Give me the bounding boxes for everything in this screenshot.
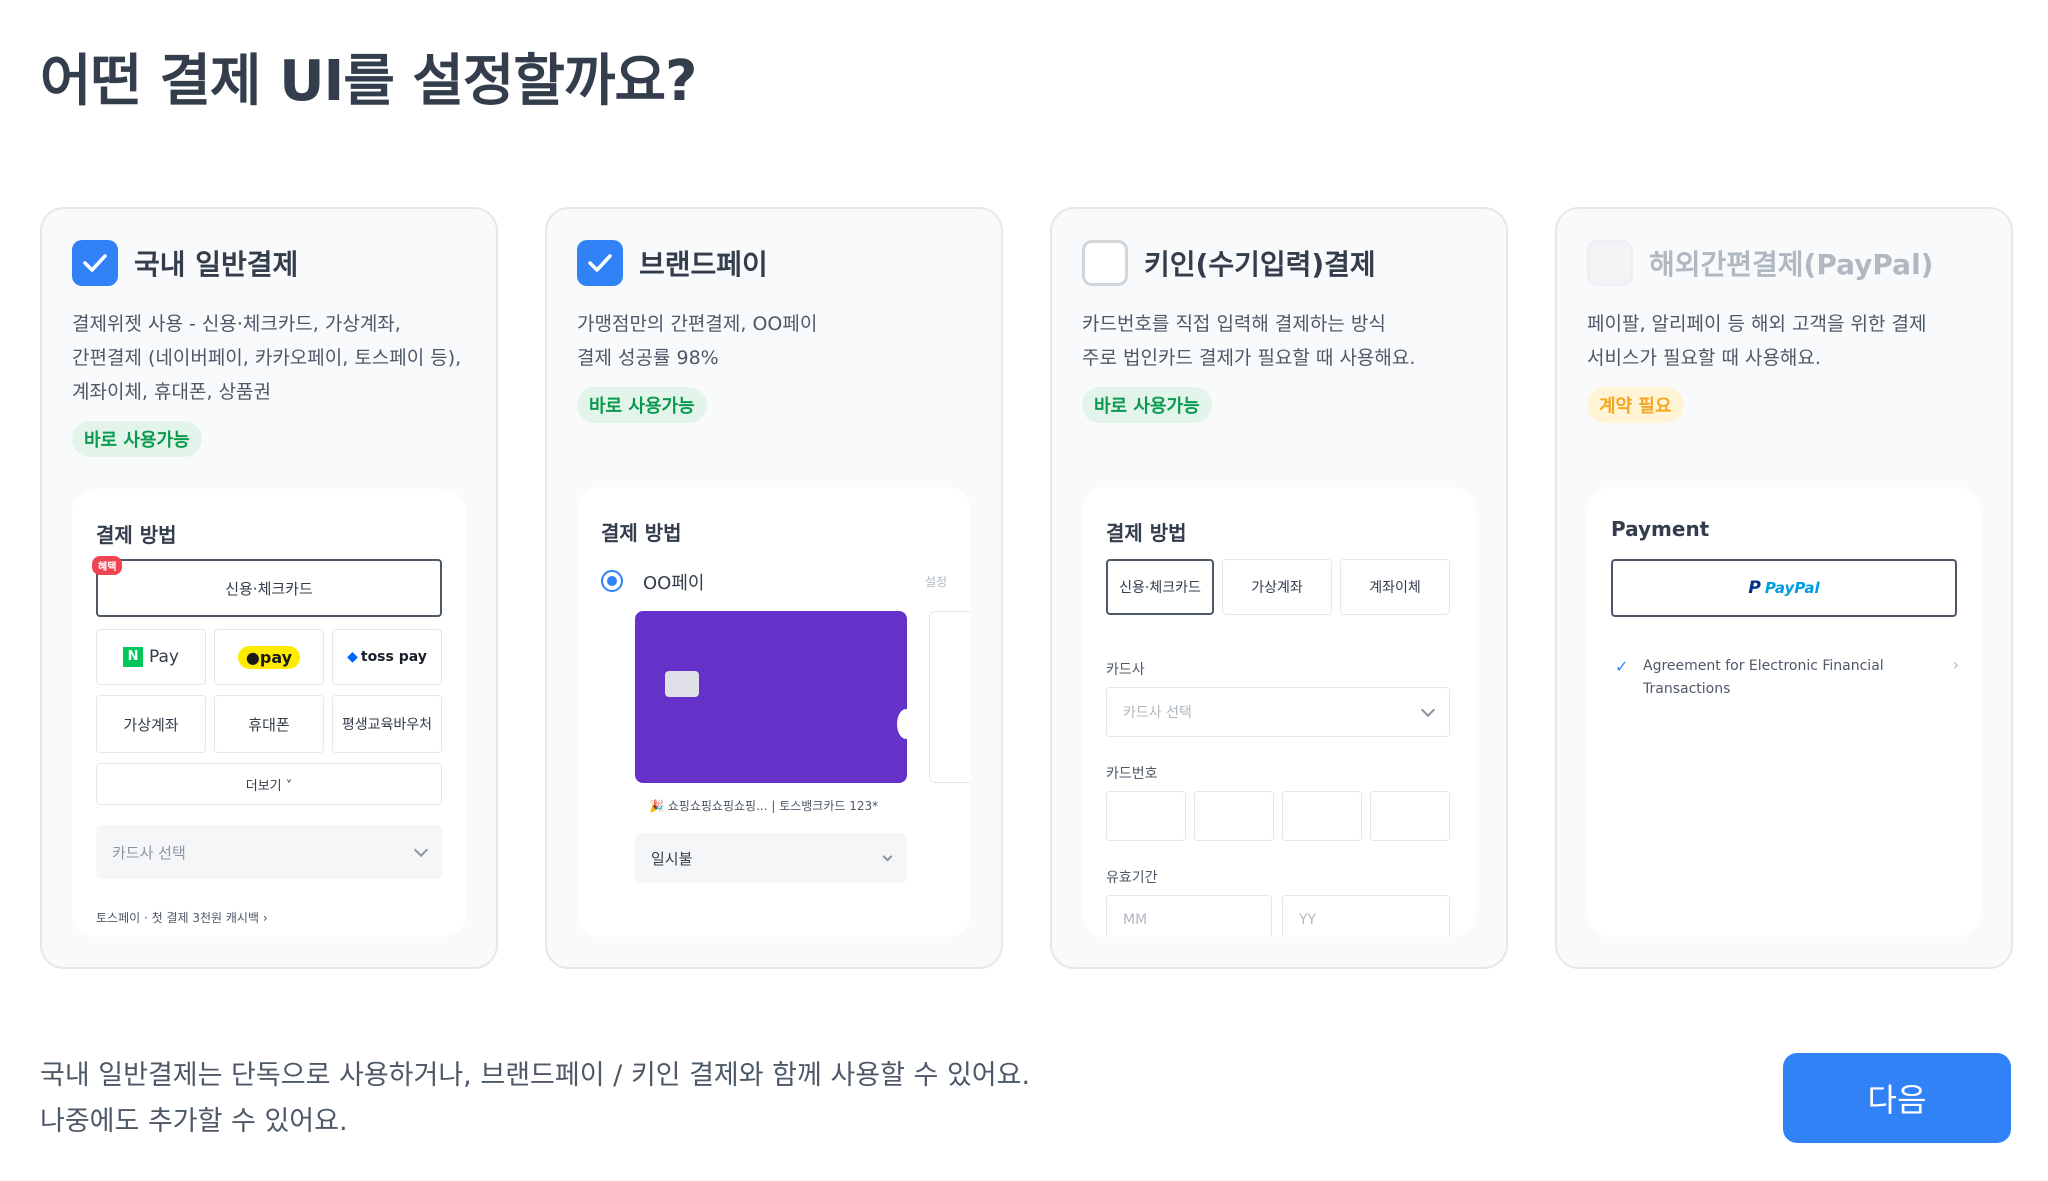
option-virtual-account: 가상계좌	[96, 695, 206, 753]
checkbox-keyin[interactable]	[1082, 240, 1128, 286]
method-label: OO페이	[643, 573, 705, 594]
chevron-down-icon	[1420, 702, 1436, 718]
check-icon	[588, 254, 612, 272]
check-icon	[83, 254, 107, 272]
card-title: 국내 일반결제	[134, 248, 299, 281]
issuer-select: 카드사 선택	[1106, 687, 1450, 737]
widget-preview: 결제 방법 OO페이 설정 🎉 쇼핑쇼핑쇼핑쇼핑... | 토스뱅크카드 123…	[577, 487, 971, 937]
kakao-pay-option: ●pay	[214, 629, 324, 685]
settings-link: 설정	[924, 575, 947, 589]
status-badge: 바로 사용가능	[72, 421, 202, 457]
naver-pay-option: N Pay	[96, 629, 206, 685]
widget-preview: 결제 방법 신용·체크카드 혜택 N Pay ●pay ◆ toss pay 가…	[72, 489, 466, 937]
next-button[interactable]: 다음	[1783, 1053, 2011, 1143]
preview-title: 결제 방법	[1106, 521, 1187, 545]
widget-preview: 결제 방법 신용·체크카드 가상계좌 계좌이체 카드사 카드사 선택 카드번호 …	[1082, 487, 1476, 937]
page-title: 어떤 결제 UI를 설정할까요?	[40, 49, 697, 114]
card-chip-icon	[665, 671, 699, 697]
status-badge: 계약 필요	[1587, 387, 1684, 423]
option-card-keyin[interactable]: 키인(수기입력)결제 카드번호를 직접 입력해 결제하는 방식 주로 법인카드 …	[1050, 207, 1508, 969]
chevron-down-icon	[413, 842, 429, 858]
check-icon: ✓	[1615, 657, 1629, 676]
brand-card-image	[635, 611, 915, 783]
checkbox-brandpay[interactable]	[577, 240, 623, 286]
naver-logo-icon: N	[123, 647, 144, 667]
card-description: 결제위젯 사용 - 신용·체크카드, 가상계좌, 간편결제 (네이버페이, 카카…	[72, 313, 462, 403]
status-badge: 바로 사용가능	[1082, 387, 1212, 423]
chevron-down-icon	[882, 851, 893, 862]
tab-bank-transfer: 계좌이체	[1340, 559, 1450, 615]
toss-logo-icon: ◆	[347, 649, 358, 665]
card-description: 페이팔, 알리페이 등 해외 고객을 위한 결제 서비스가 필요할 때 사용해요…	[1587, 313, 1927, 369]
expiry-label: 유효기간	[1106, 870, 1158, 886]
kakao-bubble-icon: ●	[245, 647, 260, 667]
option-card-brandpay[interactable]: 브랜드페이 가맹점만의 간편결제, OO페이 결제 성공률 98% 바로 사용가…	[545, 207, 1003, 969]
card-number-label: 카드번호	[1106, 766, 1158, 782]
card-company-select: 카드사 선택	[96, 825, 442, 879]
promo-text: 토스페이 · 첫 결제 3천원 캐시백 ›	[96, 911, 268, 925]
option-card-paypal[interactable]: 해외간편결제(PayPal) 페이팔, 알리페이 등 해외 고객을 위한 결제 …	[1555, 207, 2013, 969]
card-number-field-1	[1106, 791, 1186, 841]
benefit-tag: 혜택	[92, 556, 123, 575]
preview-title: 결제 방법	[601, 521, 682, 545]
checkbox-paypal[interactable]	[1587, 240, 1633, 286]
tab-credit-card: 신용·체크카드	[1106, 559, 1214, 615]
card-number-field-2	[1194, 791, 1274, 841]
radio-selected	[601, 570, 623, 592]
card-description: 가맹점만의 간편결제, OO페이 결제 성공률 98%	[577, 313, 818, 369]
tab-virtual-account: 가상계좌	[1222, 559, 1332, 615]
option-phone: 휴대폰	[214, 695, 324, 753]
issuer-label: 카드사	[1106, 662, 1145, 678]
preview-title: Payment	[1611, 517, 1710, 541]
installment-select: 일시불	[635, 833, 907, 883]
bottom-note: 국내 일반결제는 단독으로 사용하거나, 브랜드페이 / 키인 결제와 함께 사…	[40, 1060, 1031, 1137]
option-voucher: 평생교육바우처	[332, 695, 442, 753]
paypal-button: P PayPal	[1611, 559, 1957, 617]
expiry-year-field: YY	[1282, 895, 1450, 937]
widget-preview: Payment P PayPal ✓ Agreement for Electro…	[1587, 487, 1981, 937]
card-title: 키인(수기입력)결제	[1144, 248, 1376, 281]
agreement-text: Agreement for Electronic Financial Trans…	[1643, 658, 1884, 697]
option-credit-card: 신용·체크카드	[96, 559, 442, 617]
card-title: 브랜드페이	[639, 248, 768, 281]
card-title: 해외간편결제(PayPal)	[1649, 248, 1934, 281]
paypal-logo-icon: P	[1748, 578, 1761, 598]
preview-title: 결제 방법	[96, 523, 177, 547]
next-card-peek	[929, 611, 971, 783]
card-description: 카드번호를 직접 입력해 결제하는 방식 주로 법인카드 결제가 필요할 때 사…	[1082, 313, 1416, 369]
more-button: 더보기 ˅	[96, 763, 442, 805]
card-number-field-3	[1282, 791, 1362, 841]
card-caption: 🎉 쇼핑쇼핑쇼핑쇼핑... | 토스뱅크카드 123*	[649, 799, 879, 813]
checkbox-domestic[interactable]	[72, 240, 118, 286]
toss-pay-option: ◆ toss pay	[332, 629, 442, 685]
option-card-domestic[interactable]: 국내 일반결제 결제위젯 사용 - 신용·체크카드, 가상계좌, 간편결제 (네…	[40, 207, 498, 969]
expiry-month-field: MM	[1106, 895, 1272, 937]
chevron-right-icon: ›	[1952, 655, 1959, 674]
card-number-field-4	[1370, 791, 1450, 841]
status-badge: 바로 사용가능	[577, 387, 707, 423]
